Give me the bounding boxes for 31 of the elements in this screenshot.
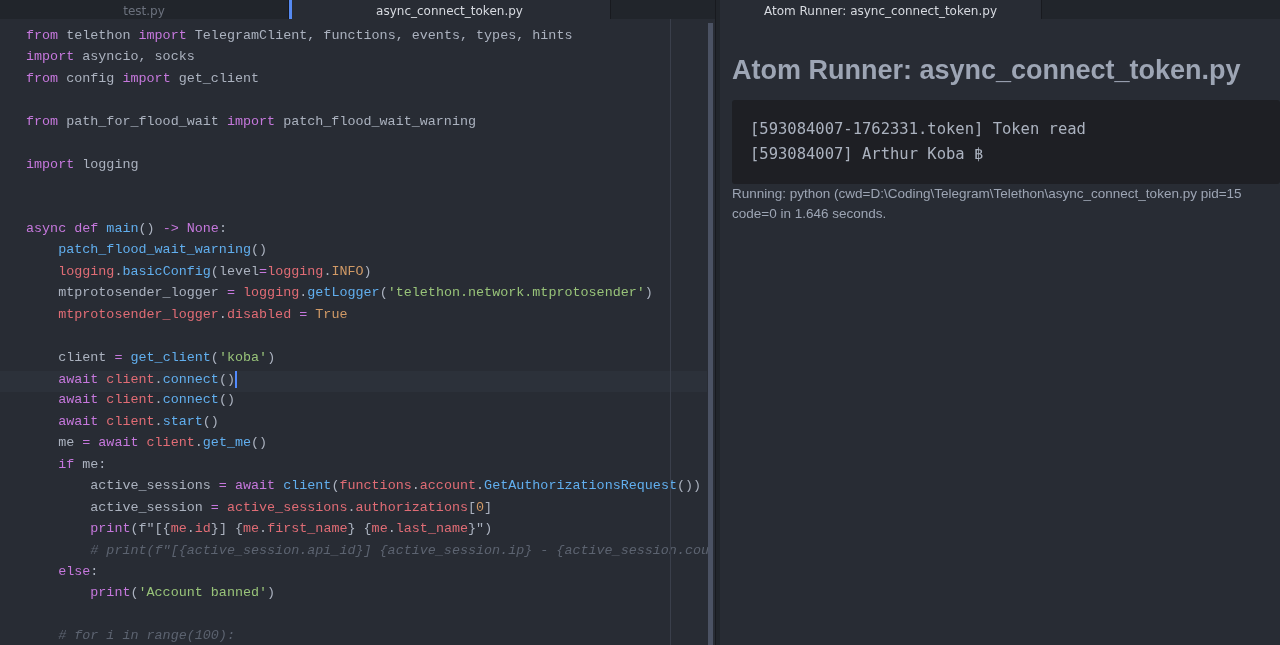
output-line: [593084007-1762331.token] Token read <box>750 119 1087 140</box>
code-line: active_session = active_sessions.authorizations[0] <box>89 499 494 517</box>
code-line: async def main() -> None: <box>25 220 228 238</box>
code-line: me = await client.get_me() <box>57 435 269 453</box>
code-line: client = get_client('koba') <box>57 349 277 367</box>
code-line: # for i in range(100): <box>57 628 236 645</box>
code-line: else: <box>57 563 100 581</box>
code-line: logging.basicConfig(level=logging.INFO) <box>57 263 373 281</box>
text-cursor <box>234 371 237 388</box>
code-line: from path_for_flood_wait import patch_flood_wait_warning <box>25 113 478 131</box>
runner-title: Atom Runner: async_connect_token.py <box>732 55 1242 86</box>
status-text: code=0 in 1.646 seconds. <box>732 205 888 223</box>
file-tab[interactable]: async_connect_token.py <box>289 0 611 19</box>
code-line: mtprotosender_logger = logging.getLogger('telethon.network.mtprotosender') <box>57 285 654 303</box>
code-line: # print(f"[{active_session.api_id}] {active_session.ip} - {active_session.cou <box>89 542 711 560</box>
output-line: [593084007] Arthur Koba ฿ <box>750 144 985 165</box>
code-line: from config import get_client <box>25 70 261 88</box>
code-line: active_sessions = await client(functions.account.GetAuthorizationsRequest()) <box>89 478 703 496</box>
code-line: await client.start() <box>57 413 220 431</box>
code-line: await client.connect() <box>57 392 236 410</box>
status-text: Running: python (cwd=D:\Coding\Telegram\Telethon\async_connect_token.py pid=15 <box>732 185 1243 203</box>
code-line: mtprotosender_logger.disabled = True <box>57 306 349 324</box>
code-line: from telethon import TelegramClient, functions, events, types, hints <box>25 28 574 45</box>
code-line: import asyncio, socks <box>25 49 196 67</box>
file-tab[interactable]: Atom Runner: async_connect_token.py <box>720 0 1042 19</box>
code-line: if me: <box>57 456 108 474</box>
code-line: import logging <box>25 156 140 174</box>
code-line: print('Account banned') <box>89 585 277 603</box>
code-line: print(f"[{me.id}] {me.first_name} {me.last_name}") <box>89 521 494 539</box>
scrollbar[interactable] <box>708 23 713 645</box>
code-line: patch_flood_wait_warning() <box>57 242 269 260</box>
